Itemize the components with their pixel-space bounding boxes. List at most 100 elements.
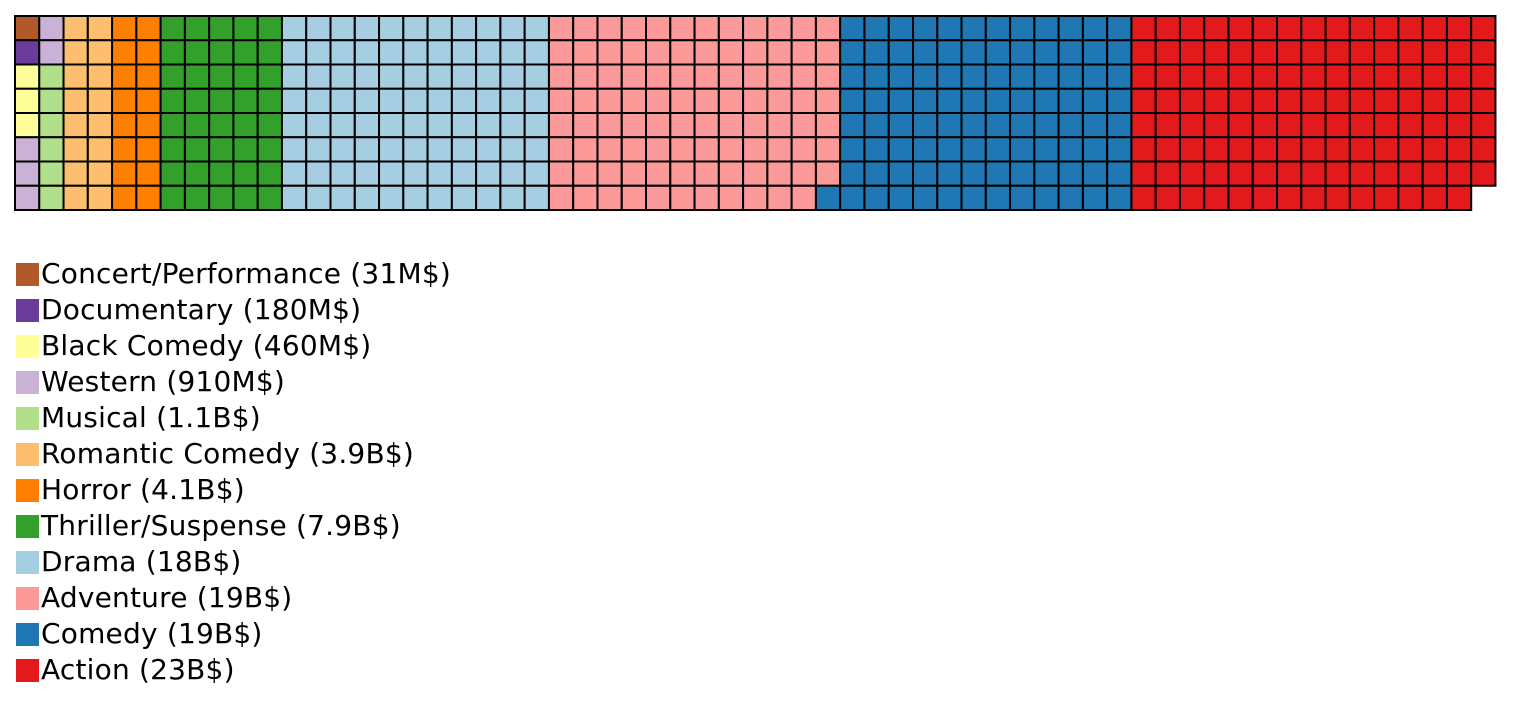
waffle-cell-romantic-comedy [62,39,89,66]
waffle-cell-action [1421,184,1448,211]
waffle-cell-drama [450,39,478,66]
waffle-cell-horror [111,112,138,139]
waffle-cell-comedy [1057,160,1084,187]
waffle-cell-adventure [742,136,769,163]
waffle-cell-romantic-comedy [86,63,114,90]
waffle-cell-comedy [863,63,890,90]
waffle-cell-comedy [1106,15,1133,42]
waffle-cell-adventure [572,15,599,42]
waffle-cell-drama [305,184,332,211]
waffle-cell-adventure [645,63,672,90]
waffle-cell-drama [402,112,429,139]
waffle-cell-thriller-suspense [208,184,235,211]
waffle-cell-adventure [790,136,817,163]
waffle-cell-comedy [936,136,963,163]
waffle-cell-action [1300,112,1327,139]
legend-label: Adventure (19B$) [41,581,293,614]
waffle-cell-drama [378,63,405,90]
waffle-cell-action [1178,112,1206,139]
waffle-cell-thriller-suspense [208,63,235,90]
waffle-cell-romantic-comedy [62,184,89,211]
waffle-cell-drama [450,15,478,42]
waffle-cell-adventure [742,39,769,66]
waffle-cell-action [1300,87,1327,114]
waffle-cell-adventure [693,136,720,163]
waffle-cell-action [1227,63,1254,90]
waffle-cell-drama [378,87,405,114]
waffle-cell-thriller-suspense [256,136,283,163]
waffle-cell-adventure [790,63,817,90]
legend-swatch [16,478,39,502]
waffle-cell-action [1348,15,1376,42]
waffle-cell-comedy [839,184,866,211]
waffle-cell-drama [402,136,429,163]
waffle-cell-comedy [960,87,987,114]
waffle-cell-adventure [717,160,745,187]
waffle-cell-drama [353,160,381,187]
waffle-cell-musical [38,87,65,114]
waffle-cell-adventure [693,87,720,114]
waffle-cell-comedy [984,39,1012,66]
waffle-cell-drama [305,87,332,114]
waffle-cell-comedy [1057,63,1084,90]
waffle-cell-horror [135,184,162,211]
waffle-cell-comedy [1106,112,1133,139]
waffle-cell-action [1348,63,1376,90]
legend-swatch [16,262,39,286]
waffle-cell-thriller-suspense [183,15,211,42]
waffle-cell-comedy [1106,136,1133,163]
waffle-cell-action [1251,160,1279,187]
waffle-cell-adventure [547,184,575,211]
waffle-cell-adventure [669,160,696,187]
waffle-cell-action [1251,63,1279,90]
waffle-cell-comedy [1057,184,1084,211]
waffle-cell-horror [135,15,162,42]
waffle-cell-musical [38,184,65,211]
waffle-cell-adventure [814,112,842,139]
waffle-cell-comedy [936,15,963,42]
waffle-cell-adventure [620,112,648,139]
waffle-cell-drama [402,160,429,187]
waffle-cell-comedy [984,136,1012,163]
waffle-cell-horror [135,160,162,187]
waffle-cell-adventure [596,39,623,66]
waffle-cell-thriller-suspense [232,184,259,211]
waffle-cell-comedy [887,87,914,114]
waffle-cell-adventure [572,39,599,66]
waffle-cell-action [1421,112,1448,139]
waffle-cell-drama [353,184,381,211]
legend-item-action: Action (23B$) [16,652,451,688]
waffle-cell-adventure [717,136,745,163]
waffle-cell-documentary [14,39,41,66]
waffle-cell-action [1397,63,1424,90]
waffle-cell-comedy [1033,160,1060,187]
waffle-cell-adventure [596,184,623,211]
waffle-cell-action [1324,87,1351,114]
waffle-cell-drama [280,112,308,139]
waffle-cell-action [1324,184,1351,211]
waffle-cell-adventure [547,136,575,163]
waffle-cell-western [14,160,41,187]
waffle-cell-drama [305,160,332,187]
waffle-cell-comedy [1057,136,1084,163]
waffle-cell-comedy [936,184,963,211]
waffle-cell-comedy [1081,87,1109,114]
waffle-cell-drama [378,184,405,211]
waffle-cell-horror [135,87,162,114]
waffle-cell-comedy [839,160,866,187]
waffle-cell-drama [402,87,429,114]
waffle-cell-horror [135,112,162,139]
waffle-cell-action [1130,15,1157,42]
waffle-cell-adventure [669,184,696,211]
waffle-cell-drama [475,112,502,139]
waffle-cell-action [1154,184,1181,211]
legend-swatch [16,586,39,610]
waffle-cell-drama [280,63,308,90]
waffle-cell-action [1203,160,1230,187]
waffle-cell-drama [426,87,453,114]
waffle-cell-action [1130,136,1157,163]
waffle-cell-comedy [1033,63,1060,90]
waffle-cell-drama [280,184,308,211]
waffle-cell-comedy [1106,63,1133,90]
waffle-cell-action [1397,15,1424,42]
